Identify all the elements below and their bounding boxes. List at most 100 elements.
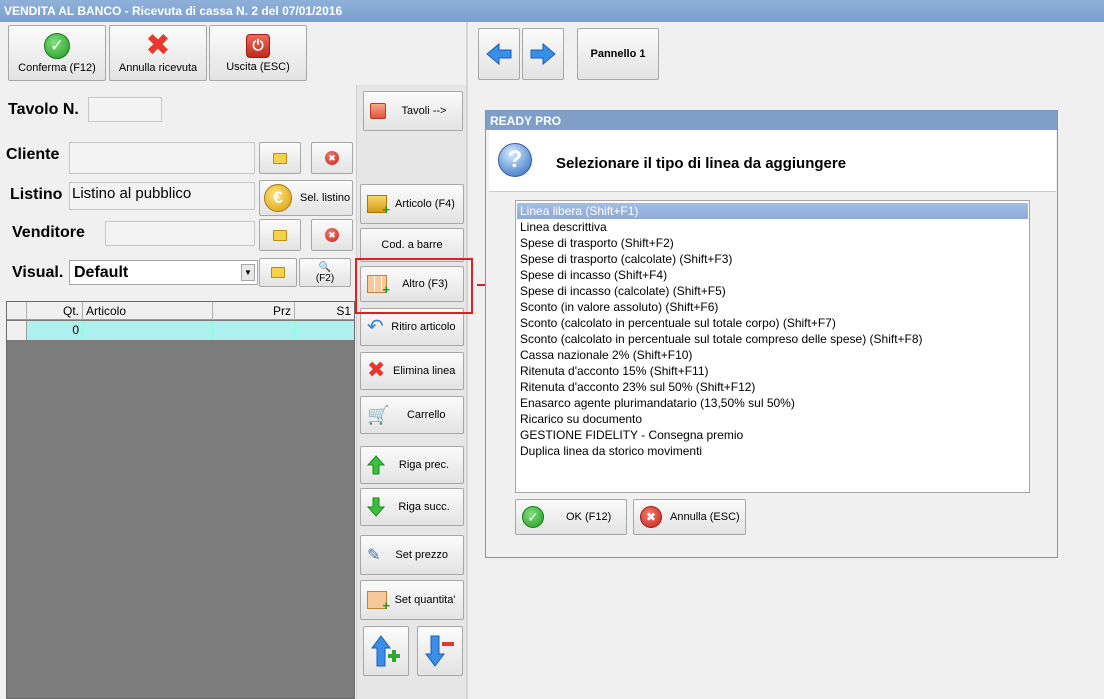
venditore-clear-button[interactable]: ✖	[311, 219, 353, 251]
grid-header: Qt. Articolo Prz S1	[7, 302, 354, 320]
lines-grid[interactable]: Qt. Articolo Prz S1 0	[6, 301, 355, 699]
barcode-button[interactable]: Cod. a barre	[360, 228, 464, 262]
line-type-list[interactable]: Linea libera (Shift+F1) Linea descrittiva…	[515, 200, 1030, 493]
arrow-left-icon	[486, 42, 512, 66]
cell-articolo[interactable]	[83, 321, 213, 340]
tavoli-label: Tavoli -->	[401, 105, 447, 117]
dialog-cancel-label: Annulla (ESC)	[670, 511, 740, 523]
set-price-label: Set prezzo	[395, 549, 448, 561]
window-title: VENDITA AL BANCO - Ricevuta di cassa N. …	[0, 0, 1104, 22]
visual-select-button[interactable]	[259, 258, 297, 287]
f2-button[interactable]: 🔍 (F2)	[299, 258, 351, 287]
folder-icon	[271, 267, 285, 278]
visual-value: Default	[74, 264, 129, 281]
list-item[interactable]: Sconto (calcolato in percentuale sul tot…	[517, 331, 1028, 347]
f2-label: (F2)	[315, 272, 335, 284]
cell-prz[interactable]	[213, 321, 295, 340]
tavoli-button[interactable]: Tavoli -->	[363, 91, 463, 131]
folder-icon	[273, 152, 287, 164]
ok-label: OK (F12)	[566, 511, 612, 523]
exit-button[interactable]: ⏻ Uscita (ESC)	[209, 25, 307, 81]
table-row[interactable]: 0	[7, 321, 354, 340]
carrello-label: Carrello	[406, 409, 446, 421]
panel-1-button[interactable]: Pannello 1	[577, 28, 659, 80]
grid-header-articolo: Articolo	[83, 302, 213, 320]
cart-icon: 🛒	[367, 404, 390, 425]
previous-row-button[interactable]: Riga prec.	[360, 446, 464, 484]
list-item[interactable]: Sconto (calcolato in percentuale sul tot…	[517, 315, 1028, 331]
list-item[interactable]: Duplica linea da storico movimenti	[517, 443, 1028, 459]
forward-button[interactable]	[522, 28, 564, 80]
cell-s1[interactable]	[295, 321, 354, 340]
ok-button[interactable]: ✓ OK (F12)	[515, 499, 627, 535]
list-item[interactable]: Cassa nazionale 2% (Shift+F10)	[517, 347, 1028, 363]
box-add-icon: +	[367, 195, 390, 216]
list-item[interactable]: Ritenuta d'acconto 23% sul 50% (Shift+F1…	[517, 379, 1028, 395]
panel-1-label: Pannello 1	[590, 48, 646, 60]
carrello-button[interactable]: 🛒 Carrello	[360, 396, 464, 434]
list-item[interactable]: Ricarico su documento	[517, 411, 1028, 427]
move-up-add-button[interactable]	[363, 626, 409, 676]
list-item[interactable]: Enasarco agente plurimandatario (13,50% …	[517, 395, 1028, 411]
list-item[interactable]: Sconto (in valore assoluto) (Shift+F6)	[517, 299, 1028, 315]
barcode-label: Cod. a barre	[381, 239, 443, 251]
move-down-remove-button[interactable]	[417, 626, 463, 676]
grid-header-qt: Qt.	[27, 302, 83, 320]
dialog-question: Selezionare il tipo di linea da aggiunge…	[556, 155, 847, 172]
list-item[interactable]: Spese di incasso (calcolate) (Shift+F5)	[517, 283, 1028, 299]
delete-line-button[interactable]: ✖ Elimina linea	[360, 352, 464, 390]
confirm-button[interactable]: ✓ Conferma (F12)	[8, 25, 106, 81]
venditore-label: Venditore	[12, 224, 85, 241]
cancel-receipt-label: Annulla ricevuta	[118, 61, 198, 74]
check-icon: ✓	[522, 506, 544, 528]
cliente-field[interactable]	[69, 142, 255, 174]
confirm-label: Conferma (F12)	[18, 61, 96, 74]
list-item[interactable]: Linea descrittiva	[517, 219, 1028, 235]
cancel-receipt-button[interactable]: ✖ Annulla ricevuta	[109, 25, 207, 81]
set-price-button[interactable]: ✎ Set prezzo	[360, 535, 464, 575]
list-item[interactable]: Ritenuta d'acconto 15% (Shift+F11)	[517, 363, 1028, 379]
listino-label: Listino	[10, 186, 63, 203]
visual-select[interactable]: Default ▼	[69, 260, 258, 285]
venditore-field[interactable]	[105, 221, 255, 246]
grid-add-icon: +	[367, 591, 390, 612]
select-listino-label: Sel. listino	[300, 192, 351, 204]
dialog-header: ? Selezionare il tipo di linea da aggiun…	[489, 130, 1056, 192]
articolo-button[interactable]: + Articolo (F4)	[360, 184, 464, 224]
cancel-icon: ✖	[640, 506, 662, 528]
arrow-down-icon	[367, 497, 385, 517]
next-row-button[interactable]: Riga succ.	[360, 488, 464, 526]
cliente-clear-button[interactable]: ✖	[311, 142, 353, 174]
list-item[interactable]: Spese di trasporto (Shift+F2)	[517, 235, 1028, 251]
tavoli-icon	[370, 103, 386, 119]
cell-qt[interactable]: 0	[27, 321, 83, 340]
list-item[interactable]: Spese di trasporto (calcolate) (Shift+F3…	[517, 251, 1028, 267]
list-item[interactable]: GESTIONE FIDELITY - Consegna premio	[517, 427, 1028, 443]
visual-label: Visual.	[12, 264, 64, 281]
back-button[interactable]	[478, 28, 520, 80]
question-icon: ?	[498, 143, 532, 177]
x-icon: ✖	[367, 358, 386, 383]
listino-field[interactable]: Listino al pubblico	[69, 182, 255, 210]
cliente-label: Cliente	[6, 146, 60, 163]
row-marker	[7, 321, 27, 340]
list-item[interactable]: Spese di incasso (Shift+F4)	[517, 267, 1028, 283]
exit-label: Uscita (ESC)	[226, 60, 290, 73]
arrow-right-icon	[530, 42, 556, 66]
next-row-label: Riga succ.	[398, 501, 450, 513]
previous-row-label: Riga prec.	[398, 459, 450, 471]
set-quantity-label: Set quantita'	[394, 594, 456, 606]
venditore-select-button[interactable]	[259, 219, 301, 251]
set-quantity-button[interactable]: + Set quantita'	[360, 580, 464, 620]
list-item[interactable]: Linea libera (Shift+F1)	[517, 203, 1028, 219]
price-tag-icon: ✎	[367, 547, 381, 564]
chevron-down-icon[interactable]: ▼	[241, 264, 255, 281]
delete-line-label: Elimina linea	[393, 365, 456, 377]
tavolo-label: Tavolo N.	[8, 101, 79, 118]
line-type-dialog: READY PRO ? Selezionare il tipo di linea…	[485, 110, 1058, 558]
dialog-cancel-button[interactable]: ✖ Annulla (ESC)	[633, 499, 746, 535]
dialog-title: READY PRO	[486, 111, 1057, 130]
tavolo-field[interactable]	[88, 97, 162, 122]
cliente-select-button[interactable]	[259, 142, 301, 174]
select-listino-button[interactable]: € Sel. listino	[259, 180, 353, 216]
